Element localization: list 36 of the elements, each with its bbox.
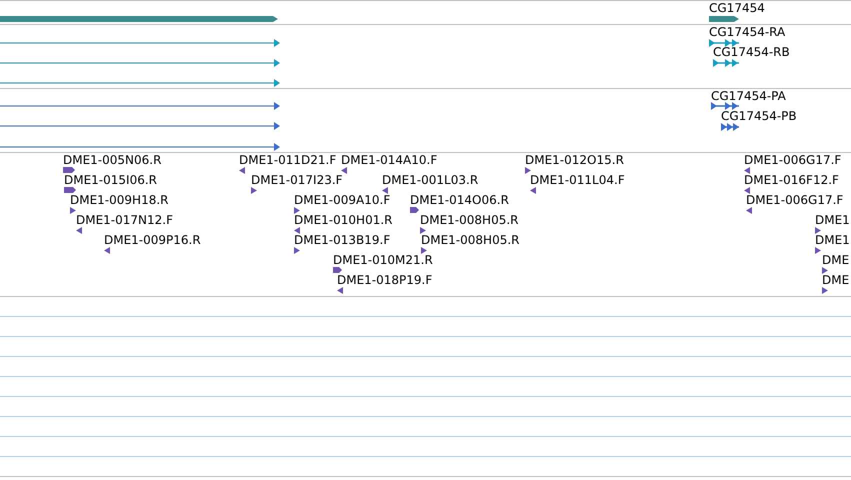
feature-label: DME1-006G17.F: [744, 153, 842, 167]
feature-label: DME1-009P16.R: [104, 233, 201, 247]
feature-label: DME1-001L03.R: [382, 173, 478, 187]
feature-label: DME1-016F12.F: [744, 173, 839, 187]
feature-label: DME1-017N12.F: [76, 213, 174, 227]
feature-label: DME1-010H01.R: [294, 213, 392, 227]
feature-label: DME1: [815, 213, 850, 227]
feature-label: DME: [822, 253, 850, 267]
feature-label: DME1-015I06.R: [64, 173, 158, 187]
feature-label: DME1-008H05.R: [421, 233, 520, 247]
feature-label: DME1-014O06.R: [410, 193, 509, 207]
feature-label: DME1-005N06.R: [63, 153, 162, 167]
feature-label: DME1: [815, 233, 850, 247]
feature-label: CG17454-PB: [721, 109, 797, 123]
feature-label: DME1-009H18.R: [70, 193, 168, 207]
gene-bar: [709, 16, 739, 22]
feature-label: DME1-011D21.F: [239, 153, 336, 167]
feature-label: CG17454: [709, 1, 765, 15]
feature-label: CG17454-RA: [709, 25, 786, 39]
protein-model: [721, 123, 739, 131]
feature-label: DME1-014A10.F: [341, 153, 438, 167]
transcript-model: [709, 39, 739, 47]
feature-label: DME1-010M21.R: [333, 253, 433, 267]
feature-label: CG17454-PA: [711, 89, 786, 103]
feature-label: DME1-012O15.R: [525, 153, 624, 167]
feature-label: DME1-011L04.F: [530, 173, 625, 187]
transcript-model: [713, 59, 739, 67]
feature-label: DME1-006G17.F: [746, 193, 844, 207]
feature-label: DME: [822, 273, 850, 287]
feature-label: DME1-013B19.F: [294, 233, 390, 247]
feature-label: CG17454-RB: [713, 45, 790, 59]
protein-model: [711, 102, 739, 110]
feature-label: DME1-009A10.F: [294, 193, 390, 207]
feature-label: DME1-018P19.F: [337, 273, 432, 287]
feature-label: DME1-008H05.R: [420, 213, 518, 227]
feature-label: DME1-017I23.F: [251, 173, 343, 187]
